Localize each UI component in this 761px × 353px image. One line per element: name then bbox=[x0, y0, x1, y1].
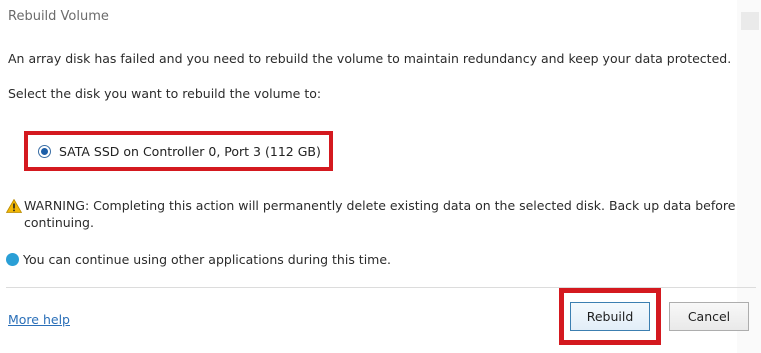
warning-text: WARNING: Completing this action will per… bbox=[24, 198, 736, 230]
scrollbar[interactable] bbox=[737, 0, 761, 353]
select-disk-prompt: Select the disk you want to rebuild the … bbox=[8, 86, 322, 101]
intro-text: An array disk has failed and you need to… bbox=[8, 51, 732, 66]
dialog-title: Rebuild Volume bbox=[8, 9, 109, 24]
more-help-link[interactable]: More help bbox=[8, 312, 70, 327]
disk-option-radio[interactable] bbox=[38, 144, 51, 158]
rebuild-volume-dialog: Rebuild Volume An array disk has failed … bbox=[0, 0, 761, 353]
disk-option-highlight: SATA SSD on Controller 0, Port 3 (112 GB… bbox=[24, 131, 333, 171]
warning-icon bbox=[6, 199, 22, 213]
rebuild-button[interactable]: Rebuild bbox=[570, 302, 650, 331]
info-text: You can continue using other application… bbox=[23, 252, 392, 267]
radio-selected-dot bbox=[41, 147, 48, 155]
disk-option-label[interactable]: SATA SSD on Controller 0, Port 3 (112 GB… bbox=[59, 144, 321, 159]
scrollbar-thumb[interactable] bbox=[741, 12, 759, 30]
info-icon bbox=[6, 253, 19, 266]
cancel-button[interactable]: Cancel bbox=[669, 302, 749, 331]
